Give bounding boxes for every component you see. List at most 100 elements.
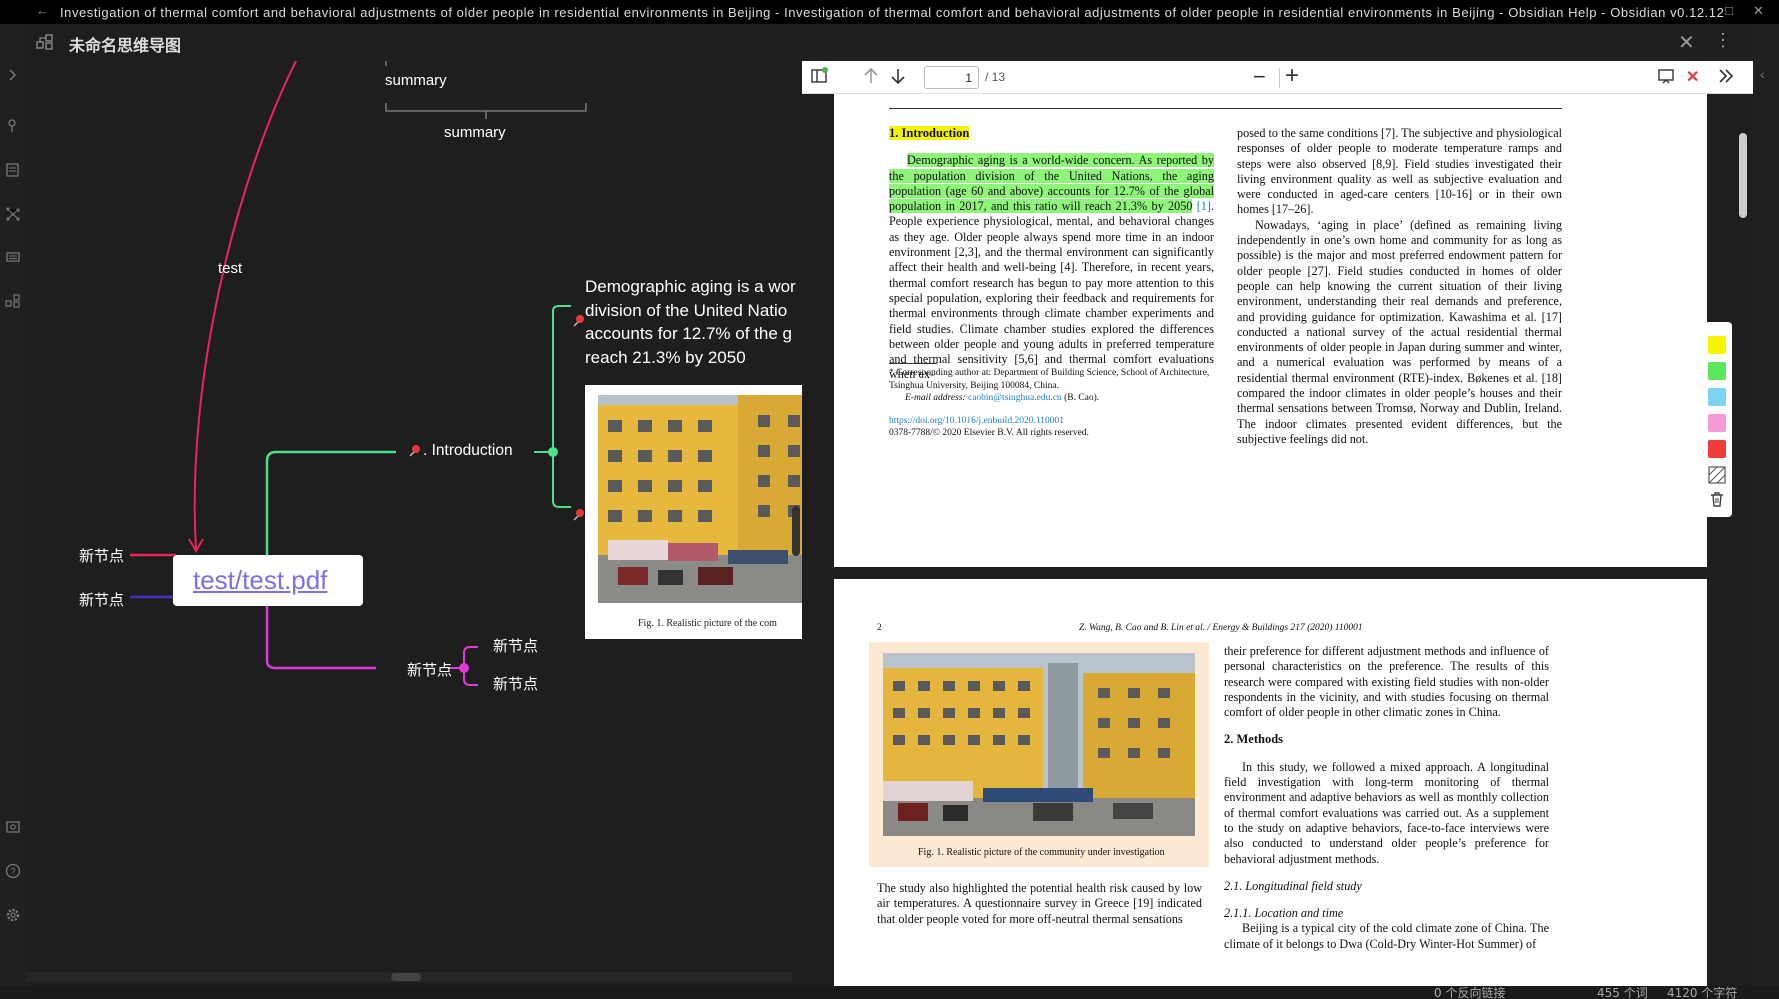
svg-text:?: ?: [10, 867, 15, 877]
toolbar-divider: [1279, 68, 1280, 88]
pin-icon: [573, 315, 584, 327]
subheading-2: 2.1.1. Location and time: [1224, 906, 1344, 921]
pdf-scrollbar[interactable]: [1739, 133, 1747, 218]
demographic-line-4: reach 21.3% by 2050: [585, 347, 746, 367]
status-bar: 0 个反向链接 455 个词 4120 个字符: [0, 986, 1779, 999]
horizontal-scrollbar[interactable]: [26, 972, 792, 982]
backlinks-count[interactable]: 0 个反向链接: [1434, 984, 1505, 999]
char-count: 4120 个字符: [1667, 986, 1738, 999]
footnote-email-label: E-mail address:: [905, 393, 966, 403]
expand-sidebar-icon[interactable]: [4, 66, 22, 84]
mindmap-canvas[interactable]: summary summary test 新节点 新节点 test/test.p…: [26, 61, 802, 986]
image-caption: Fig. 1. Realistic picture of the com: [638, 618, 777, 629]
search-icon[interactable]: [4, 116, 22, 134]
arrow-up-icon[interactable]: [862, 66, 880, 91]
highlight-yellow[interactable]: [1708, 336, 1726, 354]
page1-left-column: 1. Introduction Demographic aging is a w…: [889, 126, 1214, 383]
mindmap-icon[interactable]: [4, 292, 22, 310]
running-head: Z. Wang, B. Cao and B. Lin et al. / Ener…: [1079, 623, 1363, 633]
help-icon[interactable]: ?: [4, 862, 22, 880]
highlight-palette: [1702, 322, 1732, 517]
highlighted-text[interactable]: Demographic aging is a world-wide concer…: [889, 153, 1214, 214]
hatch-pattern-icon[interactable]: [1708, 466, 1726, 484]
pdf-page-2: 2 Z. Wang, B. Cao and B. Lin et al. / En…: [834, 579, 1707, 986]
node-left-2[interactable]: 新节点: [79, 589, 124, 610]
figure-photo: [883, 653, 1195, 836]
summary-node-top[interactable]: summary: [385, 72, 447, 89]
node-bottom[interactable]: 新节点: [407, 659, 452, 680]
node-bottom-child-2[interactable]: 新节点: [493, 673, 538, 694]
node-left-1[interactable]: 新节点: [79, 545, 124, 566]
left-bottom-text: The study also highlighted the potential…: [877, 881, 1202, 926]
mindmap-icon: [36, 33, 54, 51]
demographic-line-3: accounts for 12.7% of the g: [585, 324, 792, 343]
back-arrow-icon[interactable]: ←: [36, 3, 49, 18]
node-introduction[interactable]: . Introduction: [423, 442, 513, 460]
footnote-rule: [889, 363, 937, 364]
right-paragraph-1: posed to the same conditions [7]. The su…: [1237, 126, 1562, 217]
page2-left-bottom: The study also highlighted the potential…: [877, 881, 1202, 927]
page-number: 2: [877, 623, 882, 633]
sidebar-toggle-icon[interactable]: [810, 67, 828, 90]
introduction-heading: 1. Introduction: [889, 126, 970, 140]
location-text: Beijing is a typical city of the cold cl…: [1224, 921, 1549, 951]
graph-icon[interactable]: [4, 205, 22, 223]
more-options-icon[interactable]: ⋮: [1714, 30, 1732, 51]
pdf-viewer: 1 / 13 − + ✕ 1. Introduction Demographic…: [802, 61, 1753, 986]
issn-text: 0378-7788/© 2020 Elsevier B.V. All right…: [889, 428, 1089, 438]
pin-icon: [409, 445, 420, 457]
right-text-1: their preference for different adjustmen…: [1224, 644, 1549, 720]
presentation-icon[interactable]: [1657, 67, 1675, 90]
files-icon[interactable]: [4, 161, 22, 179]
zoom-in-button[interactable]: +: [1285, 62, 1299, 90]
close-window-icon[interactable]: ✕: [1753, 3, 1764, 19]
root-node[interactable]: test/test.pdf: [173, 555, 363, 606]
close-pdf-icon[interactable]: ✕: [1686, 67, 1699, 87]
figure-caption: Fig. 1. Realistic picture of the communi…: [918, 847, 1165, 858]
image-node[interactable]: Fig. 1. Realistic picture of the com: [585, 385, 802, 639]
zoom-out-button[interactable]: −: [1253, 64, 1266, 90]
close-icon[interactable]: ✕: [1678, 30, 1695, 55]
email-link[interactable]: caobin@tsinghua.edu.cn: [968, 393, 1062, 403]
footnote-email-rest: (B. Cao).: [1064, 393, 1100, 403]
pdf-page-1: 1. Introduction Demographic aging is a w…: [834, 94, 1707, 567]
paragraph-text: . People experience physiological, menta…: [889, 199, 1214, 382]
green-edge: [265, 450, 396, 555]
introduction-node-dot: [548, 447, 558, 457]
scrollbar-thumb[interactable]: [391, 973, 421, 981]
maximize-icon[interactable]: □: [1725, 3, 1733, 18]
vertical-scrollbar[interactable]: [792, 506, 800, 556]
root-node-link[interactable]: test/test.pdf: [193, 565, 327, 596]
doi-link[interactable]: https://doi.org/10.1016/j.enbuild.2020.1…: [889, 415, 1217, 428]
page2-right-column: their preference for different adjustmen…: [1224, 644, 1549, 952]
slides-icon[interactable]: [4, 248, 22, 266]
demographic-line-2: division of the United Natio: [585, 300, 788, 320]
node-bottom-child-1[interactable]: 新节点: [493, 635, 538, 656]
expand-right-sidebar-icon[interactable]: ‹: [1760, 66, 1765, 82]
red-edge: [193, 61, 297, 550]
page-rule: [889, 108, 1562, 109]
magenta-edge: [265, 606, 376, 670]
methods-text: In this study, we followed a mixed appro…: [1224, 759, 1549, 866]
highlight-green[interactable]: [1708, 362, 1726, 380]
page-count: / 13: [985, 70, 1006, 84]
demographic-line-1: Demographic aging is a wor: [585, 277, 796, 296]
view-title: 未命名思维导图: [69, 38, 182, 55]
double-chevron-icon[interactable]: [1717, 66, 1735, 91]
page-number-input[interactable]: 1: [924, 66, 979, 89]
demographic-text-node[interactable]: Demographic aging is a wor division of t…: [585, 275, 802, 369]
highlight-blue[interactable]: [1708, 388, 1726, 406]
trash-icon[interactable]: [1708, 490, 1726, 508]
window-title-bar: ← Investigation of thermal comfort and b…: [0, 0, 1779, 24]
word-count: 455 个词: [1597, 986, 1648, 999]
highlight-red[interactable]: [1708, 440, 1726, 458]
right-ribbon: ‹: [1753, 24, 1779, 986]
footnote-author: * Corresponding author at: Department of…: [889, 368, 1210, 391]
citation-link[interactable]: [1]: [1197, 199, 1211, 213]
vault-icon[interactable]: [4, 818, 22, 836]
settings-icon[interactable]: [4, 906, 22, 924]
arrow-down-icon[interactable]: [889, 66, 907, 91]
highlight-pink[interactable]: [1708, 414, 1726, 432]
methods-heading: 2. Methods: [1224, 732, 1284, 747]
summary-node-bottom[interactable]: summary: [444, 124, 506, 141]
